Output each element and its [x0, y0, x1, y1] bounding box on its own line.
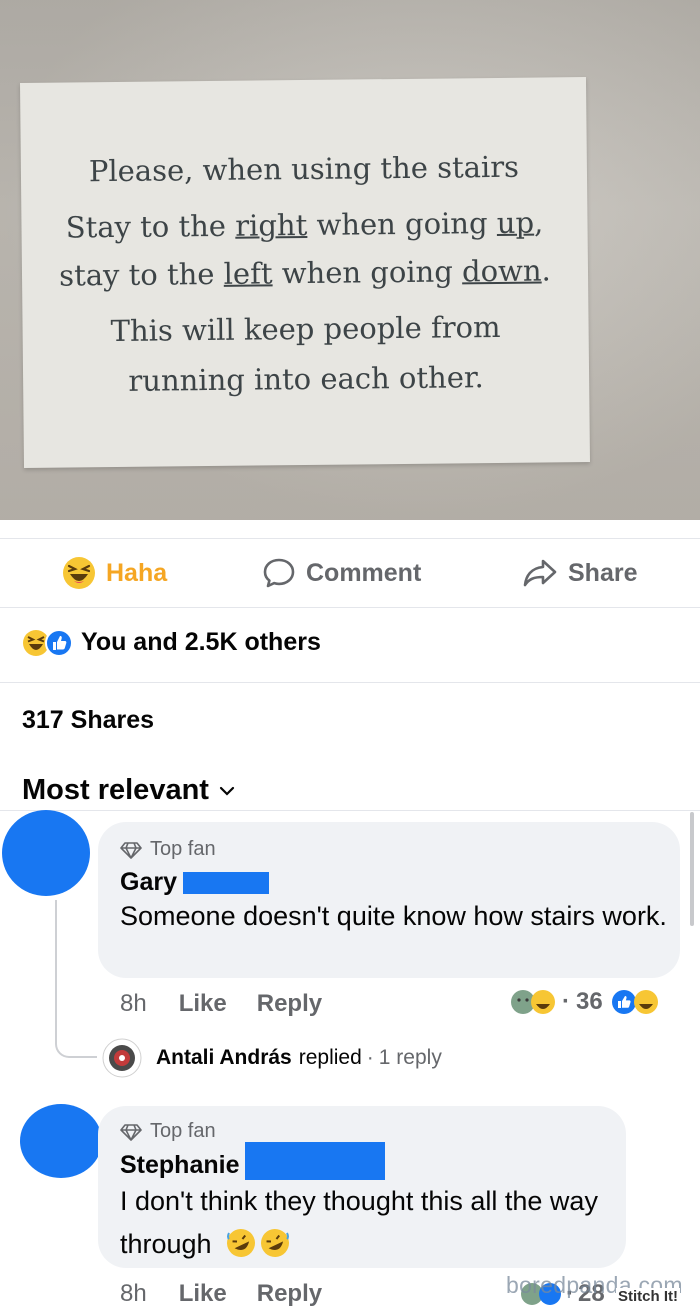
share-arrow-icon [523, 559, 557, 587]
rofl-emoji-icon [227, 1229, 256, 1257]
share-button[interactable]: Share [522, 557, 637, 589]
sign-line-4: This will keep people from [110, 309, 501, 349]
post-photo[interactable]: Please, when using the stairs Stay to th… [0, 0, 700, 520]
replier-avatar [102, 1038, 142, 1078]
redaction-block [245, 1142, 386, 1180]
avatar[interactable] [2, 810, 90, 896]
replier-name: Antali András [156, 1046, 292, 1069]
comment-text: I don't think they thought this all the … [120, 1180, 620, 1266]
sign-line-5: running into each other. [128, 360, 484, 398]
top-fan-label: Top fan [150, 1120, 216, 1142]
top-fan-badge: Top fan [120, 1120, 216, 1143]
comment-bubble-icon [263, 558, 295, 588]
diamond-icon [120, 1123, 142, 1141]
comment-bubble[interactable]: Top fan Stephanie I don't think they tho… [98, 1106, 626, 1268]
reactions-summary[interactable]: You and 2.5K others [22, 628, 321, 657]
comment-sort-dropdown[interactable]: Most relevant [22, 774, 235, 807]
share-label: Share [568, 558, 638, 587]
comment-time: 8h [120, 990, 147, 1017]
dot-separator: · [366, 1046, 374, 1069]
comment-meta: 8h Like Reply [120, 990, 322, 1018]
reply-count: 1 reply [378, 1046, 442, 1069]
dot-separator: · [562, 988, 570, 1015]
like-thumb-icon [45, 628, 73, 657]
sign-line-1: Please, when using the stairs [88, 149, 520, 189]
comment-author[interactable]: Gary [120, 868, 269, 897]
comment-text: Someone doesn't quite know how stairs wo… [120, 901, 667, 931]
comment-button[interactable]: Comment [262, 557, 421, 589]
divider [0, 810, 700, 811]
reply-button[interactable]: Reply [257, 990, 322, 1018]
comment-time: 8h [120, 1280, 147, 1307]
comment-label: Comment [306, 558, 422, 587]
shares-count[interactable]: 317 Shares [22, 706, 154, 735]
divider [0, 682, 700, 683]
like-button[interactable]: Like [179, 1280, 227, 1308]
avatar[interactable] [20, 1104, 102, 1178]
comment-bubble[interactable]: Top fan Gary Someone doesn't quite know … [98, 822, 680, 978]
sign-line-2: Stay to the right when going up, [65, 205, 544, 245]
stitch-badge: Stitch It! [616, 1288, 680, 1305]
reaction-count: 36 [576, 988, 603, 1015]
view-replies-link[interactable]: Antali András replied · 1 reply [102, 1038, 442, 1078]
diamond-icon [120, 841, 142, 859]
comment-meta: 8h Like Reply [120, 1280, 322, 1308]
top-fan-badge: Top fan [120, 838, 216, 861]
haha-label: Haha [106, 558, 168, 587]
rofl-emoji-icon [260, 1229, 289, 1257]
author-name: Gary [120, 868, 177, 896]
comment-reactions[interactable]: · 36 [510, 988, 659, 1016]
chevron-down-icon [219, 786, 235, 796]
sign-line-3: stay to the left when going down. [59, 253, 551, 293]
post-action-bar: Haha Comment Share [0, 538, 700, 608]
reactions-count-text: You and 2.5K others [81, 628, 321, 656]
redaction-block [182, 871, 269, 894]
comment-text-body: I don't think they thought this all the … [120, 1186, 598, 1259]
like-button[interactable]: Like [179, 990, 227, 1018]
haha-emoji-icon [63, 557, 95, 589]
scrollbar[interactable] [690, 812, 694, 926]
haha-emoji-icon [633, 990, 658, 1014]
haha-reaction-button[interactable]: Haha [62, 557, 167, 589]
sort-label: Most relevant [22, 774, 209, 806]
reply-button[interactable]: Reply [257, 1280, 322, 1308]
haha-emoji-icon [531, 990, 555, 1014]
replied-text: replied [298, 1046, 362, 1069]
comment-author[interactable]: Stephanie [120, 1142, 386, 1180]
paper-sign: Please, when using the stairs Stay to th… [19, 77, 591, 468]
reply-thread-line [55, 900, 97, 1058]
author-name: Stephanie [120, 1150, 240, 1179]
top-fan-label: Top fan [150, 838, 216, 860]
